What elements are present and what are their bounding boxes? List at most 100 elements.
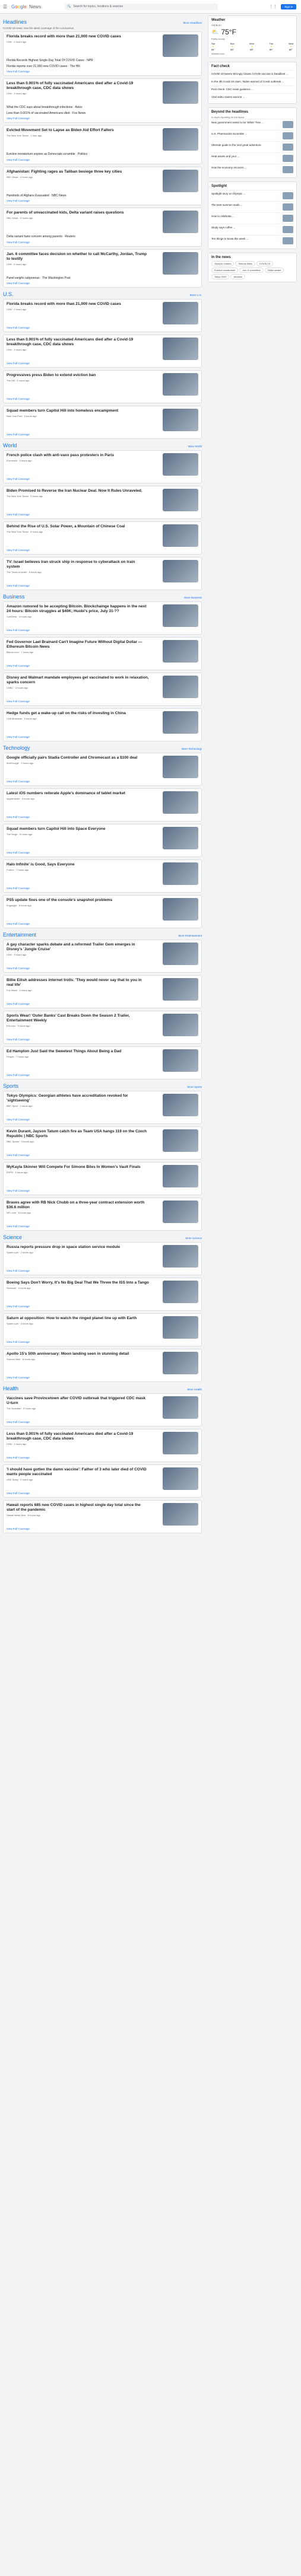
full-coverage-link[interactable]: View Full Coverage	[7, 549, 198, 552]
story-thumbnail[interactable]	[163, 898, 198, 921]
sign-in-button[interactable]: Sign in	[281, 4, 296, 9]
apps-grid-icon[interactable]: ⋮⋮	[269, 4, 277, 9]
sidebar-story[interactable]: How the economy recovers ...	[211, 164, 293, 175]
story-title[interactable]: TV: Israel believes Iran struck ship in …	[7, 560, 149, 569]
story-title[interactable]: Less than 0.001% of fully vaccinated Ame…	[7, 81, 149, 91]
full-coverage-link[interactable]: View Full Coverage	[7, 851, 198, 854]
topic-chip[interactable]: Olympic Games	[211, 261, 235, 266]
story-title[interactable]: Fed Governor Lael Brainard Can't Imagine…	[7, 640, 149, 649]
story-title[interactable]: Evicted Movement Set to Lapse as Biden A…	[7, 128, 149, 133]
section-title-us[interactable]: U.S.	[3, 291, 14, 297]
topic-chip[interactable]: Eviction moratorium	[211, 268, 239, 273]
full-coverage-link[interactable]: View Full Coverage	[7, 735, 198, 738]
google-news-logo[interactable]: Google News	[11, 4, 41, 9]
story-thumbnail[interactable]	[163, 1396, 198, 1419]
sidebar-story-thumbnail[interactable]	[283, 237, 293, 244]
full-coverage-link[interactable]: View Full Coverage	[7, 70, 198, 73]
sidebar-story-title[interactable]: How the economy recovers ...	[211, 166, 247, 173]
story-title[interactable]: Braves agree with RB Nick Chubb on a thr…	[7, 1201, 149, 1210]
full-coverage-link[interactable]: View Full Coverage	[7, 158, 198, 161]
sidebar-story[interactable]: Study says coffee ...	[211, 224, 293, 235]
story-source[interactable]: AppleInsider	[7, 797, 20, 800]
full-coverage-link[interactable]: View Full Coverage	[7, 887, 198, 890]
sidebar-story[interactable]: Heat waves and your ...	[211, 152, 293, 164]
story-source[interactable]: The Times of Israel	[7, 571, 27, 574]
story-source[interactable]: CoinDesk	[7, 615, 17, 618]
sidebar-story[interactable]: In the 4th Covid-19 claim, 'Biden warned…	[211, 78, 293, 85]
story-thumbnail[interactable]	[163, 1014, 198, 1036]
sidebar-story-thumbnail[interactable]	[283, 155, 293, 162]
story-source[interactable]: CNN	[7, 308, 12, 311]
story-title[interactable]: Amazon rumored to be accepting Bitcoin. …	[7, 604, 149, 614]
story-source[interactable]: CNN	[7, 263, 12, 266]
story-title[interactable]: Kevin Durant, Jayson Tatum catch fire as…	[7, 1129, 149, 1139]
story-source[interactable]: Hawaii News Now	[7, 1514, 26, 1517]
story-thumbnail[interactable]	[163, 1094, 198, 1116]
story-source[interactable]: CNN Business	[7, 717, 22, 720]
story-thumbnail[interactable]	[163, 489, 198, 511]
story-thumbnail[interactable]	[163, 978, 198, 1001]
full-coverage-link[interactable]: View Full Coverage	[7, 1189, 198, 1192]
story-source[interactable]: Fox News	[7, 989, 17, 992]
full-coverage-link[interactable]: View Full Coverage	[7, 1305, 198, 1308]
sidebar-story[interactable]: Ultimate guide to the next great adventu…	[211, 141, 293, 152]
story-thumbnail[interactable]	[163, 711, 198, 734]
story-title[interactable]: Saturn at opposition: How to watch the r…	[7, 1316, 149, 1321]
sidebar-story-title[interactable]: Ten things to know this week ...	[211, 237, 248, 244]
story-title[interactable]: Halo Infinite' is Good, Says Everyone	[7, 862, 149, 867]
story-source[interactable]: Space.com	[7, 1322, 18, 1325]
full-coverage-link[interactable]: View Full Coverage	[7, 1421, 198, 1424]
story-thumbnail[interactable]	[163, 524, 198, 547]
story-source[interactable]: 9to5Google	[7, 762, 19, 765]
story-title[interactable]: Sports Wear! 'Outer Banks' Cast Breaks D…	[7, 1014, 149, 1023]
topic-chip[interactable]: Delta variant	[264, 268, 284, 273]
story-thumbnail[interactable]	[163, 827, 198, 849]
story-title[interactable]: For parents of unvaccinated kids, Delta …	[7, 211, 149, 215]
related-story[interactable]: Hundreds of Afghans Evacuated · NBC News	[7, 194, 198, 198]
story-title[interactable]: Afghanistan: Fighting rages as Taliban b…	[7, 170, 149, 174]
sidebar-story[interactable]: Ten things to know this week ...	[211, 235, 293, 246]
section-title-business[interactable]: Business	[3, 594, 25, 600]
story-title[interactable]: Billie Eilish addresses internet trolls:…	[7, 978, 149, 988]
full-coverage-link[interactable]: View Full Coverage	[7, 1492, 198, 1495]
sidebar-story-title[interactable]: New government seeks to be 'White' Tree …	[211, 121, 264, 128]
weather-location[interactable]: Ashburn	[211, 24, 293, 27]
story-source[interactable]: Gizmodo	[7, 1287, 16, 1289]
story-source[interactable]: NBC Sports	[7, 1140, 19, 1143]
story-title[interactable]: Squad members turn Capitol Hill into hom…	[7, 409, 149, 413]
full-coverage-link[interactable]: View Full Coverage	[7, 397, 198, 400]
story-title[interactable]: PS5 update fixes one of the console's sn…	[7, 898, 149, 903]
full-coverage-link[interactable]: View Full Coverage	[7, 433, 198, 436]
story-thumbnail[interactable]	[163, 1432, 198, 1454]
sidebar-story-title[interactable]: COVID-19 tweets Wrongly Claims COVID vac…	[211, 72, 288, 76]
story-source[interactable]: The New York Times	[7, 134, 28, 137]
story-thumbnail[interactable]	[163, 1165, 198, 1187]
story-source[interactable]: CNN	[7, 1443, 12, 1445]
full-coverage-link[interactable]: View Full Coverage	[7, 1074, 198, 1077]
section-title-health[interactable]: Health	[3, 1386, 18, 1392]
story-thumbnail[interactable]	[163, 942, 198, 965]
story-thumbnail[interactable]	[163, 373, 198, 396]
story-title[interactable]: A gay character sparks debate and a refo…	[7, 942, 149, 952]
related-story[interactable]: Florida Records Highest Single-Day Total…	[7, 59, 198, 63]
story-title[interactable]: Progressives press Biden to extend evict…	[7, 373, 149, 378]
sidebar-story-thumbnail[interactable]	[283, 144, 293, 151]
story-title[interactable]: Florida breaks record with more than 21,…	[7, 302, 149, 307]
full-coverage-link[interactable]: View Full Coverage	[7, 1225, 198, 1228]
sidebar-story-thumbnail[interactable]	[283, 215, 293, 222]
story-source[interactable]: EW.com	[7, 1024, 15, 1027]
sidebar-story-title[interactable]: The best summer reads ...	[211, 203, 243, 211]
story-thumbnail[interactable]	[163, 1467, 198, 1490]
sidebar-story[interactable]: New government seeks to be 'White' Tree …	[211, 119, 293, 130]
topic-chip[interactable]: Jan. 6 committee	[239, 268, 264, 273]
related-story[interactable]: Delta variant fuels concern among parent…	[7, 235, 198, 239]
full-coverage-link[interactable]: View Full Coverage	[7, 816, 198, 819]
sidebar-story-title[interactable]: Heat waves and your ...	[211, 155, 239, 162]
full-coverage-link[interactable]: View Full Coverage	[7, 513, 198, 516]
full-coverage-link[interactable]: View Full Coverage	[7, 700, 198, 703]
story-thumbnail[interactable]	[163, 251, 198, 275]
story-title[interactable]: 'I should have gotten the damn vaccine':…	[7, 1467, 149, 1477]
topic-chip[interactable]: Simone Biles	[235, 261, 255, 266]
story-thumbnail[interactable]	[163, 1129, 198, 1152]
more-science-link[interactable]: More Science	[185, 1237, 202, 1240]
